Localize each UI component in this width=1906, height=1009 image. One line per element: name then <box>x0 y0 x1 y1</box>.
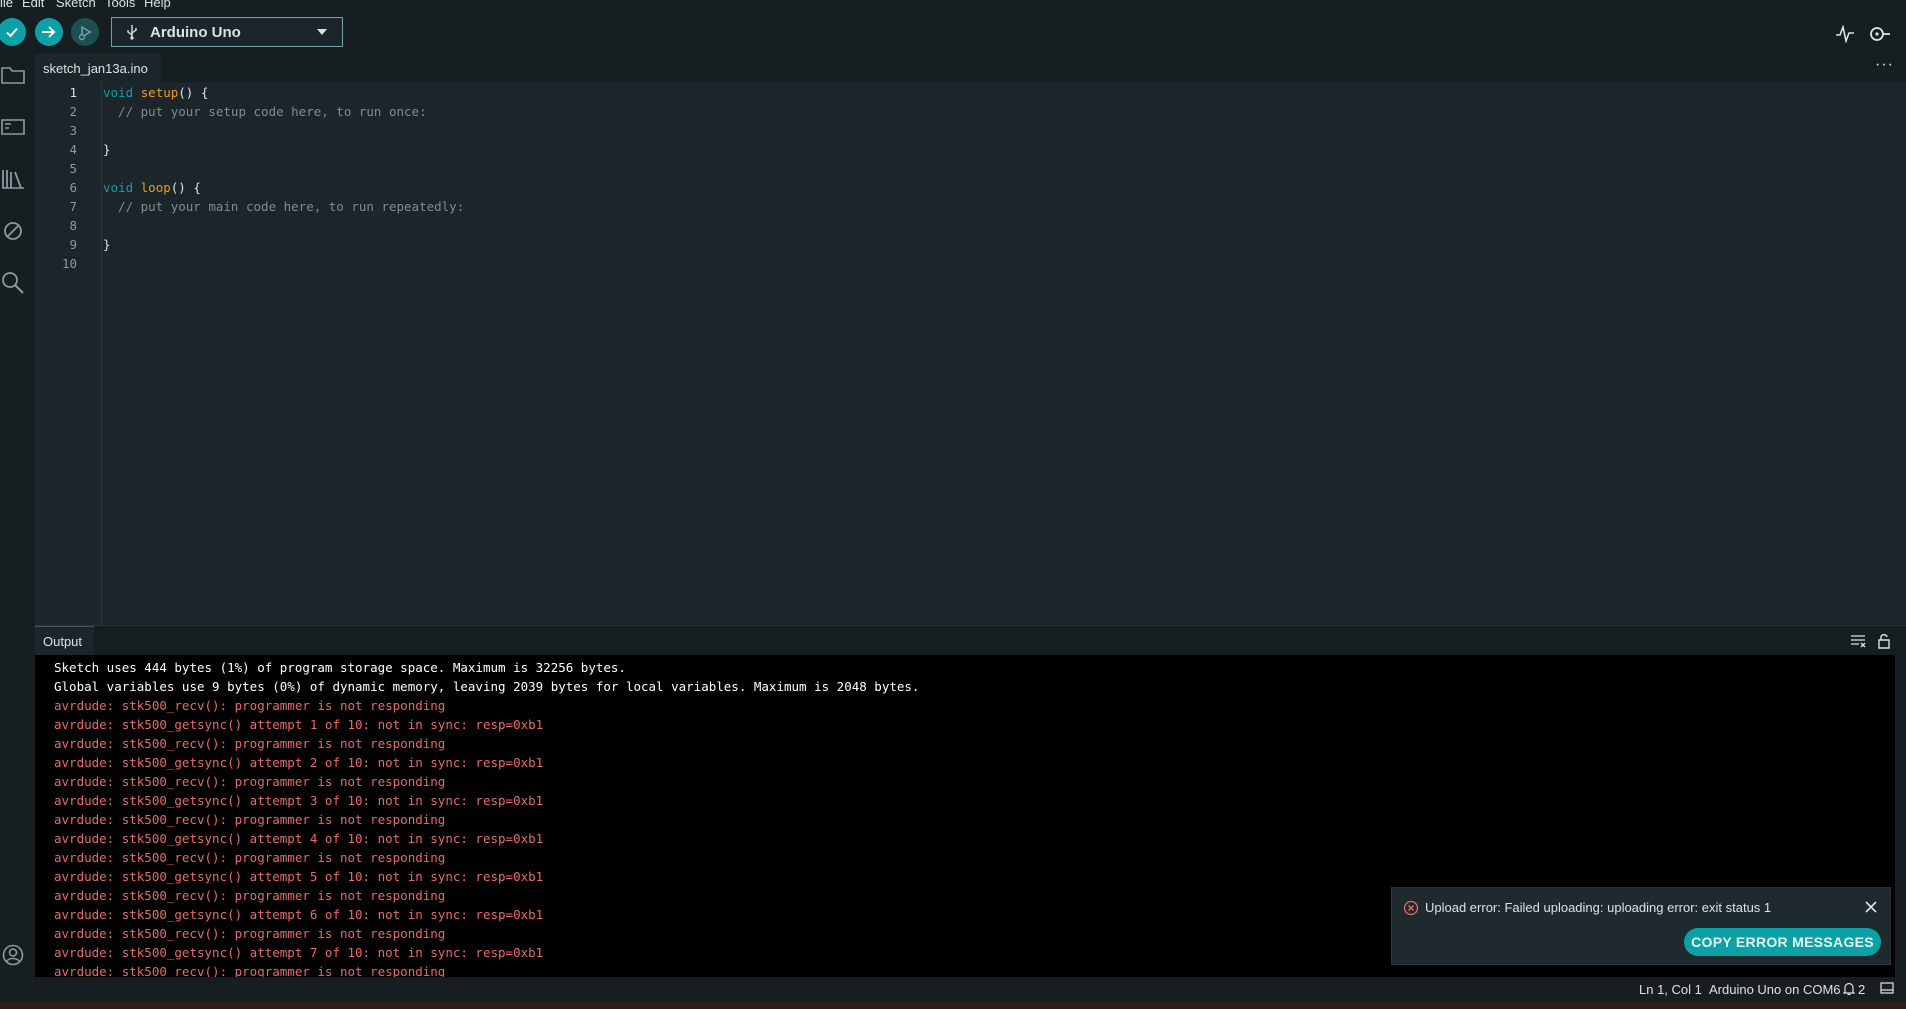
console-error-line: avrdude: stk500_getsync() attempt 5 of 1… <box>54 869 544 884</box>
line-number: 8 <box>69 218 77 233</box>
console-error-line: avrdude: stk500_recv(): programmer is no… <box>54 736 446 751</box>
line-number: 9 <box>69 237 77 252</box>
library-manager-icon[interactable] <box>0 165 26 193</box>
output-scrollbar[interactable] <box>1895 655 1906 977</box>
line-number: 10 <box>61 256 77 271</box>
code-editor[interactable]: 1 2 3 4 5 6 7 8 9 10 void setup() { // p… <box>35 82 1906 625</box>
boards-manager-icon[interactable] <box>0 113 26 141</box>
copy-error-messages-button[interactable]: COPY ERROR MESSAGES <box>1684 928 1881 956</box>
console-error-line: avrdude: stk500_recv(): programmer is no… <box>54 774 446 789</box>
tab-sketch-file[interactable]: sketch_jan13a.ino <box>35 54 161 82</box>
line-number: 1 <box>69 85 77 100</box>
keyword: void <box>103 180 134 195</box>
close-icon[interactable] <box>1864 900 1878 914</box>
editor-tab-bar: sketch_jan13a.ino ··· <box>35 50 1906 82</box>
checkmark-icon <box>6 27 18 38</box>
line-number: 2 <box>69 104 77 119</box>
chevron-down-icon <box>316 23 328 41</box>
debug-button[interactable] <box>71 18 99 46</box>
account-icon[interactable] <box>0 941 26 969</box>
tab-output[interactable]: Output <box>35 626 94 655</box>
line-number: 4 <box>69 142 77 157</box>
console-error-line: avrdude: stk500_recv(): programmer is no… <box>54 698 446 713</box>
console-error-line: avrdude: stk500_getsync() attempt 4 of 1… <box>54 831 544 846</box>
code-text: () { <box>170 180 201 195</box>
output-panel-header: Output <box>35 625 1906 655</box>
code-line: void setup() { <box>103 83 208 102</box>
notifications-bell-icon[interactable] <box>1842 982 1856 1000</box>
code-line: } <box>103 142 111 157</box>
menu-edit[interactable]: Edit <box>22 0 44 9</box>
menu-sketch[interactable]: Sketch <box>56 0 96 9</box>
menu-file[interactable]: ile <box>0 0 13 9</box>
keyword: void <box>103 85 134 100</box>
line-number: 5 <box>69 161 77 176</box>
console-error-line: avrdude: stk500_getsync() attempt 1 of 1… <box>54 717 544 732</box>
usb-icon <box>122 24 142 40</box>
toolbar: Arduino Uno <box>0 12 1906 50</box>
more-options-icon[interactable]: ··· <box>1875 56 1894 74</box>
debug-panel-icon[interactable] <box>0 217 26 245</box>
serial-monitor-icon[interactable] <box>1868 22 1892 46</box>
menu-tools[interactable]: Tools <box>105 0 135 9</box>
code-line: } <box>103 237 111 252</box>
cursor-position[interactable]: Ln 1, Col 1 <box>1639 982 1702 998</box>
console-info-line: Sketch uses 444 bytes (1%) of program st… <box>54 660 626 675</box>
board-selector[interactable]: Arduino Uno <box>111 17 343 47</box>
notification-message: Upload error: Failed uploading: uploadin… <box>1425 900 1772 915</box>
board-port-status[interactable]: Arduino Uno on COM6 <box>1709 982 1841 998</box>
verify-button[interactable] <box>0 18 26 46</box>
console-error-line: avrdude: stk500_recv(): programmer is no… <box>54 850 446 865</box>
window-bottom-edge <box>0 1002 1906 1009</box>
console-error-line: avrdude: stk500_recv(): programmer is no… <box>54 888 446 903</box>
console-error-line: avrdude: stk500_getsync() attempt 6 of 1… <box>54 907 544 922</box>
sidebar <box>0 50 35 978</box>
console-error-line: avrdude: stk500_recv(): programmer is no… <box>54 926 446 941</box>
code-text: () { <box>178 85 209 100</box>
error-notification: Upload error: Failed uploading: uploadin… <box>1391 887 1891 965</box>
clear-output-icon[interactable] <box>1850 633 1866 649</box>
function-name: setup <box>140 85 179 100</box>
code-comment: // put your main code here, to run repea… <box>103 199 465 214</box>
menu-help[interactable]: Help <box>144 0 171 9</box>
line-number: 7 <box>69 199 77 214</box>
code-line: void loop() { <box>103 178 201 197</box>
status-bar: Ln 1, Col 1 Arduino Uno on COM6 2 <box>0 977 1906 1002</box>
console-info-line: Global variables use 9 bytes (0%) of dyn… <box>54 679 920 694</box>
console-error-line: avrdude: stk500_getsync() attempt 3 of 1… <box>54 793 544 808</box>
console-error-line: avrdude: stk500_getsync() attempt 7 of 1… <box>54 945 544 960</box>
function-name: loop <box>140 180 171 195</box>
menu-bar: ile Edit Sketch Tools Help <box>0 0 1906 12</box>
line-number: 6 <box>69 180 77 195</box>
serial-plotter-icon[interactable] <box>1833 22 1857 46</box>
upload-button[interactable] <box>35 18 63 46</box>
console-error-line: avrdude: stk500_getsync() attempt 2 of 1… <box>54 755 544 770</box>
arrow-right-icon <box>42 26 56 38</box>
sketchbook-folder-icon[interactable] <box>0 61 26 89</box>
code-comment: // put your setup code here, to run once… <box>103 104 427 119</box>
error-icon <box>1403 900 1419 916</box>
board-name: Arduino Uno <box>150 23 241 41</box>
search-icon[interactable] <box>0 269 26 297</box>
debug-icon <box>78 25 92 41</box>
toggle-panel-icon[interactable] <box>1880 982 1894 998</box>
lock-scroll-icon[interactable] <box>1876 633 1892 649</box>
notifications-count: 2 <box>1858 982 1866 997</box>
console-error-line: avrdude: stk500_recv(): programmer is no… <box>54 964 446 977</box>
console-error-line: avrdude: stk500_recv(): programmer is no… <box>54 812 446 827</box>
line-number: 3 <box>69 123 77 138</box>
